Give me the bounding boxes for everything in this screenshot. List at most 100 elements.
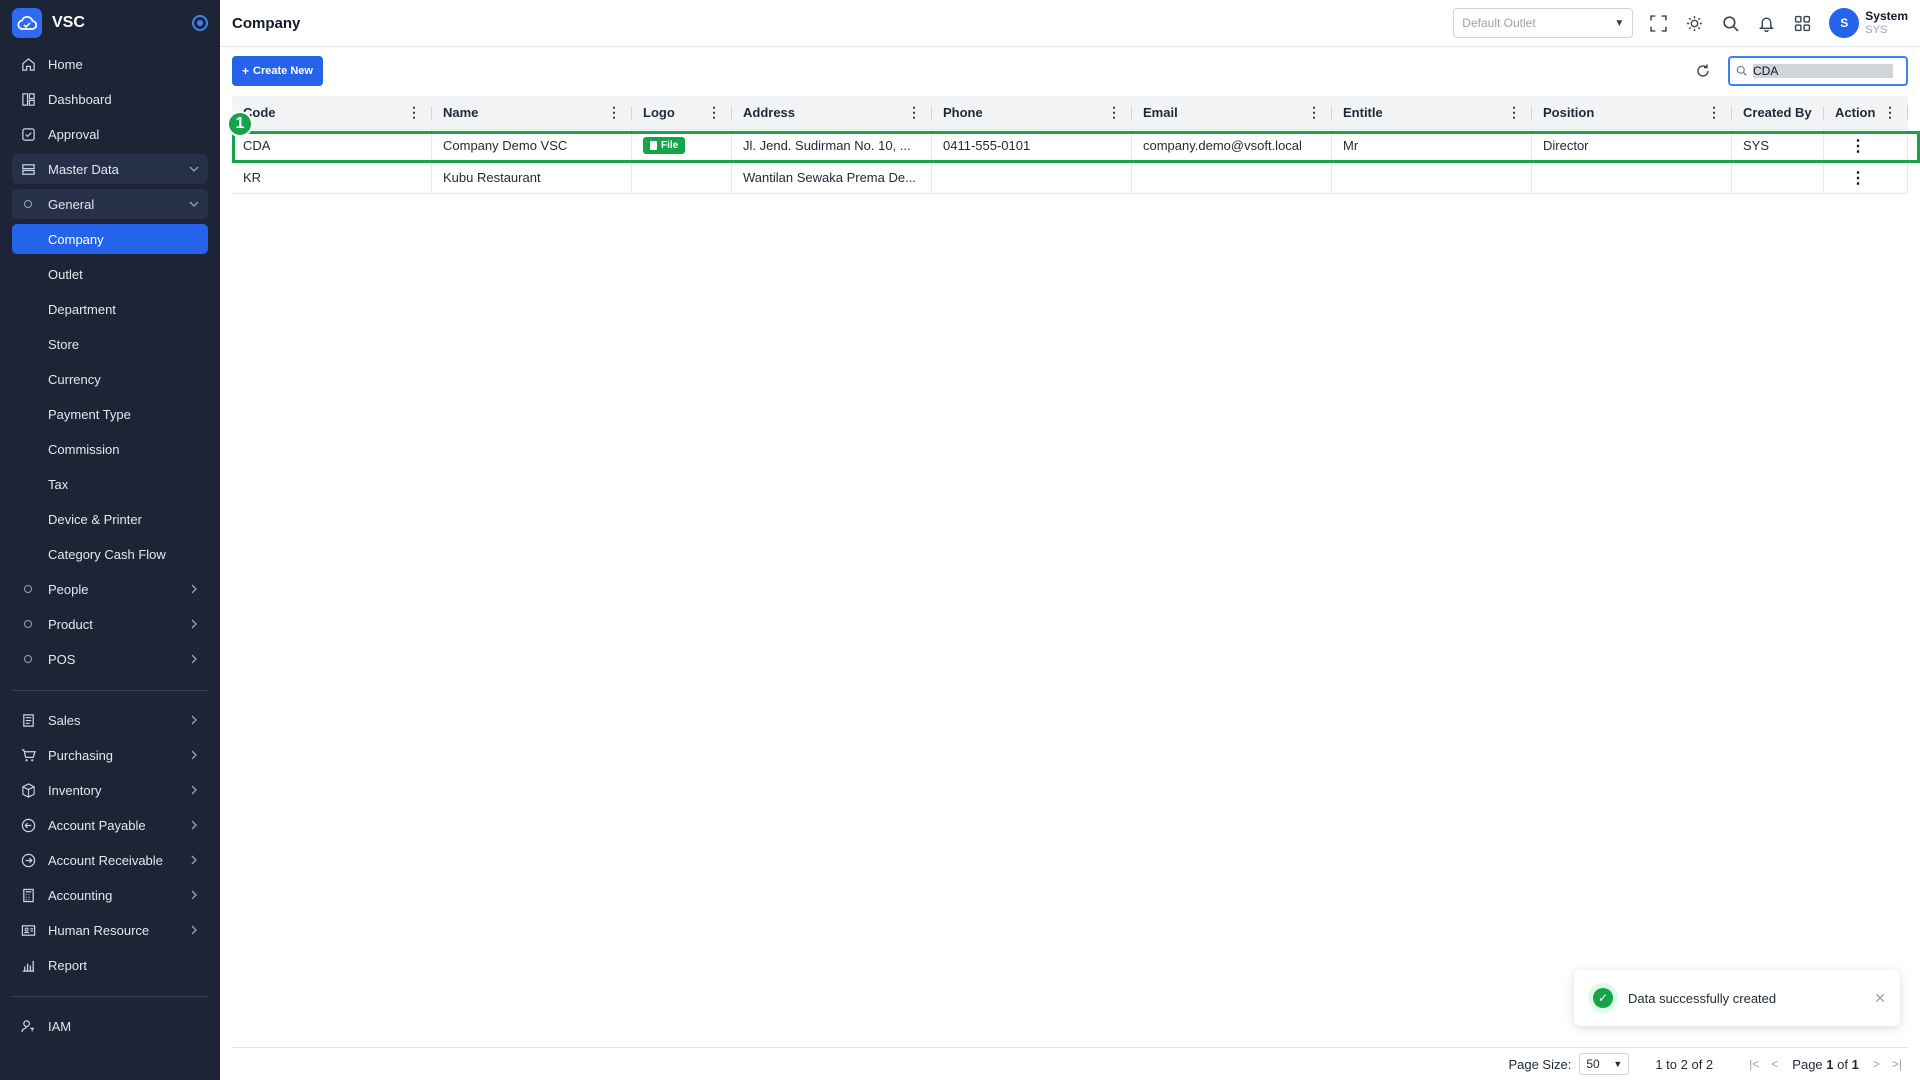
sidebar-item-account-payable[interactable]: Account Payable (12, 810, 208, 840)
refresh-icon[interactable] (1692, 60, 1714, 82)
column-menu-icon[interactable]: ⋮ (1507, 104, 1521, 121)
column-header-action[interactable]: Action ⋮ (1824, 96, 1908, 129)
avatar[interactable]: S (1829, 8, 1860, 38)
cell-created-by: SYS (1732, 130, 1824, 161)
column-menu-icon[interactable]: ⋮ (907, 104, 921, 121)
bell-icon[interactable] (1755, 12, 1777, 34)
sidebar-item-home[interactable]: Home (12, 49, 208, 79)
sidebar-item-currency[interactable]: Currency (12, 364, 208, 394)
sidebar-item-label: Approval (48, 126, 100, 142)
next-page-icon[interactable]: > (1873, 1057, 1880, 1071)
chevron-down-icon (188, 198, 200, 210)
page-size-select[interactable]: 50 ▼ (1579, 1053, 1630, 1075)
table-row[interactable]: CDA Company Demo VSC File Jl. Jend. Sudi… (232, 130, 1908, 162)
sidebar-nav: Home Dashboard Approval Master Data Gene… (0, 49, 220, 1041)
last-page-icon[interactable]: >| (1892, 1057, 1902, 1071)
sidebar-item-label: POS (48, 651, 76, 667)
sidebar-item-label: Payment Type (48, 406, 131, 422)
cell-name: Kubu Restaurant (432, 162, 632, 193)
dashboard-icon (20, 91, 36, 107)
chevron-down-icon (188, 163, 200, 175)
column-header-email[interactable]: Email ⋮ (1132, 96, 1332, 129)
search-box[interactable] (1728, 56, 1908, 86)
sidebar-item-dashboard[interactable]: Dashboard (12, 84, 208, 114)
column-header-position[interactable]: Position ⋮ (1532, 96, 1732, 129)
cloud-logo-icon (12, 8, 42, 38)
chevron-right-icon (188, 583, 200, 595)
sidebar-item-label: People (48, 581, 89, 597)
close-icon[interactable]: ✕ (1874, 990, 1886, 1007)
row-range: 1 to 2 of 2 (1655, 1056, 1714, 1072)
create-new-button[interactable]: + Create New (232, 56, 323, 86)
column-header-label: Phone (943, 105, 983, 120)
sidebar-item-outlet[interactable]: Outlet (12, 259, 208, 289)
file-badge-label: File (661, 140, 679, 151)
sidebar-item-purchasing[interactable]: Purchasing (12, 740, 208, 770)
sidebar-item-people[interactable]: People (12, 574, 208, 604)
chevron-right-icon (188, 784, 200, 796)
user-info[interactable]: System SYS (1865, 9, 1908, 37)
sidebar-item-label: Home (48, 56, 83, 72)
column-menu-icon[interactable]: ⋮ (1707, 104, 1721, 121)
sidebar-item-label: Currency (48, 371, 101, 387)
column-menu-icon[interactable]: ⋮ (407, 104, 421, 121)
caret-down-icon: ▼ (1613, 1059, 1623, 1069)
sidebar-item-store[interactable]: Store (12, 329, 208, 359)
sidebar-item-category-cash-flow[interactable]: Category Cash Flow (12, 539, 208, 569)
sidebar-item-company[interactable]: Company (12, 224, 208, 254)
search-icon[interactable] (1719, 12, 1741, 34)
table-toolbar: + Create New (232, 56, 1908, 86)
search-input[interactable] (1753, 64, 1893, 78)
sidebar-item-device-printer[interactable]: Device & Printer (12, 504, 208, 534)
row-actions-icon[interactable]: ⋮ (1850, 136, 1866, 156)
theme-sun-icon[interactable] (1683, 12, 1705, 34)
column-menu-icon[interactable]: ⋮ (707, 104, 721, 121)
create-new-label: Create New (253, 65, 313, 77)
sidebar-item-department[interactable]: Department (12, 294, 208, 324)
check-circle-icon: ✓ (1588, 983, 1618, 1013)
sidebar-item-tax[interactable]: Tax (12, 469, 208, 499)
sidebar-item-pos[interactable]: POS (12, 644, 208, 674)
outlet-select[interactable]: Default Outlet ▼ (1453, 8, 1634, 38)
sidebar-item-commission[interactable]: Commission (12, 434, 208, 464)
row-actions-icon[interactable]: ⋮ (1850, 168, 1866, 188)
table-row[interactable]: KR Kubu Restaurant Wantilan Sewaka Prema… (232, 162, 1908, 194)
page-of: of (1837, 1056, 1848, 1072)
sidebar-item-sales[interactable]: Sales (12, 705, 208, 735)
sidebar-item-general[interactable]: General (12, 189, 208, 219)
column-header-phone[interactable]: Phone ⋮ (932, 96, 1132, 129)
apps-grid-icon[interactable] (1791, 12, 1813, 34)
prev-page-icon[interactable]: < (1771, 1057, 1778, 1071)
sidebar-item-approval[interactable]: Approval (12, 119, 208, 149)
column-header-code[interactable]: Code ⋮ (232, 96, 432, 129)
column-menu-icon[interactable]: ⋮ (1307, 104, 1321, 121)
sidebar-item-master-data[interactable]: Master Data (12, 154, 208, 184)
fullscreen-icon[interactable] (1647, 12, 1669, 34)
column-header-created-by[interactable]: Created By (1732, 96, 1824, 129)
logo-file-badge[interactable]: File (643, 137, 686, 154)
search-icon (1736, 64, 1747, 79)
bar-chart-icon (20, 957, 36, 973)
sidebar-item-report[interactable]: Report (12, 950, 208, 980)
sidebar-item-account-receivable[interactable]: Account Receivable (12, 845, 208, 875)
sidebar-toggle-icon[interactable] (192, 15, 208, 31)
column-header-label: Address (743, 105, 796, 120)
sidebar-item-human-resource[interactable]: Human Resource (12, 915, 208, 945)
sidebar-item-iam[interactable]: IAM (12, 1011, 208, 1041)
first-page-icon[interactable]: |< (1749, 1057, 1759, 1071)
sidebar-item-product[interactable]: Product (12, 609, 208, 639)
sidebar-item-label: Product (48, 616, 93, 632)
sidebar-item-accounting[interactable]: Accounting (12, 880, 208, 910)
cell-code: KR (232, 162, 432, 193)
sidebar-item-inventory[interactable]: Inventory (12, 775, 208, 805)
column-header-logo[interactable]: Logo ⋮ (632, 96, 732, 129)
column-menu-icon[interactable]: ⋮ (607, 104, 621, 121)
sidebar-item-payment-type[interactable]: Payment Type (12, 399, 208, 429)
column-header-name[interactable]: Name ⋮ (432, 96, 632, 129)
column-menu-icon[interactable]: ⋮ (1883, 104, 1897, 121)
cell-code: CDA (232, 130, 432, 161)
column-header-entitle[interactable]: Entitle ⋮ (1332, 96, 1532, 129)
column-header-address[interactable]: Address ⋮ (732, 96, 932, 129)
page-total: 1 (1851, 1056, 1859, 1072)
column-menu-icon[interactable]: ⋮ (1107, 104, 1121, 121)
